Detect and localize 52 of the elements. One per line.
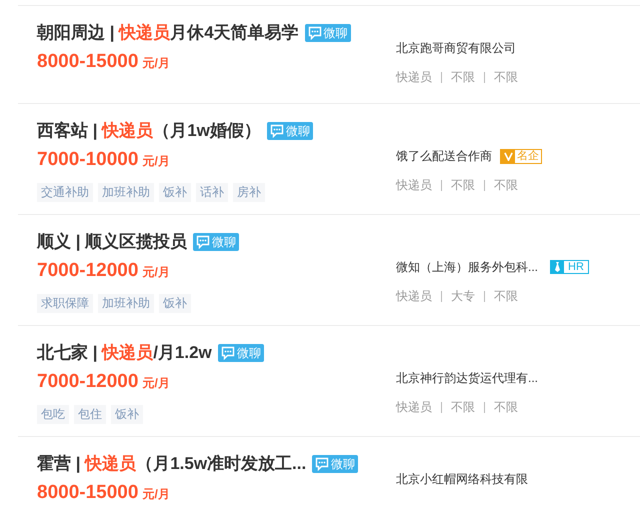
benefit-tag: 房补 [233, 182, 265, 202]
v-icon [504, 152, 512, 160]
salary: 7000-10000 [37, 148, 138, 172]
benefit-tag: 饭补 [159, 182, 191, 202]
tie-icon [554, 262, 562, 272]
job-requirement: 不限 [451, 177, 475, 194]
company-name[interactable]: 北京神行韵达货运代理有... [396, 369, 538, 387]
salary: 7000-12000 [37, 259, 138, 283]
benefit-tag: 包住 [74, 404, 106, 424]
salary-unit: 元/月 [142, 153, 170, 170]
salary-unit: 元/月 [142, 375, 170, 392]
job-requirement: 大专 [451, 288, 475, 305]
benefit-tag: 交通补助 [37, 182, 93, 202]
job-title[interactable]: 霍营 | 快递员（月1.5w准时发放工... [37, 451, 306, 477]
speech-bubble-icon [270, 124, 284, 138]
company-name[interactable]: 北京小红帽网络科技有限 [396, 470, 528, 488]
job-requirement: 快递员 [396, 69, 432, 86]
company-name[interactable]: 微知（上海）服务外包科... [396, 258, 538, 276]
salary-unit: 元/月 [142, 55, 170, 72]
company-name[interactable]: 饿了么配送合作商 [396, 147, 492, 165]
company-name[interactable]: 北京跑哥商贸有限公司 [396, 39, 516, 57]
hr-badge: HR [550, 260, 589, 274]
benefit-tag: 饭补 [159, 294, 191, 312]
job-title[interactable]: 西客站 | 快递员（月1w婚假） [37, 118, 261, 144]
benefit-tag: 包吃 [37, 404, 69, 424]
benefit-tag: 话补 [196, 182, 228, 202]
job-requirement: 不限 [494, 288, 518, 305]
job-requirement: 快递员 [396, 399, 432, 416]
job-title[interactable]: 朝阳周边 | 快递员月休4天简单易学 [37, 20, 299, 46]
speech-bubble-icon [308, 26, 322, 40]
salary-unit: 元/月 [142, 486, 170, 503]
famous-company-badge: 名企 [500, 148, 542, 164]
job-requirement: 不限 [494, 69, 518, 86]
benefit-tag: 饭补 [111, 404, 143, 424]
salary: 8000-15000 [37, 50, 138, 74]
job-requirement: 快递员 [396, 177, 432, 194]
benefit-tag: 加班补助 [98, 182, 154, 202]
salary-unit: 元/月 [142, 264, 170, 281]
speech-bubble-icon [196, 235, 210, 249]
salary: 8000-15000 [37, 481, 138, 505]
benefit-tag: 求职保障 [37, 294, 93, 312]
job-requirement: 不限 [451, 399, 475, 416]
speech-bubble-icon [220, 346, 235, 360]
speech-bubble-icon [315, 457, 330, 471]
job-requirement: 不限 [494, 177, 518, 194]
job-requirement: 不限 [451, 69, 475, 86]
benefit-tag: 加班补助 [98, 294, 154, 312]
salary: 7000-12000 [37, 370, 138, 394]
job-title[interactable]: 北七家 | 快递员/月1.2w [37, 340, 212, 366]
job-requirement: 快递员 [396, 288, 432, 305]
job-requirement: 不限 [494, 399, 518, 416]
job-title[interactable]: 顺义 | 顺义区揽投员 [37, 229, 188, 255]
